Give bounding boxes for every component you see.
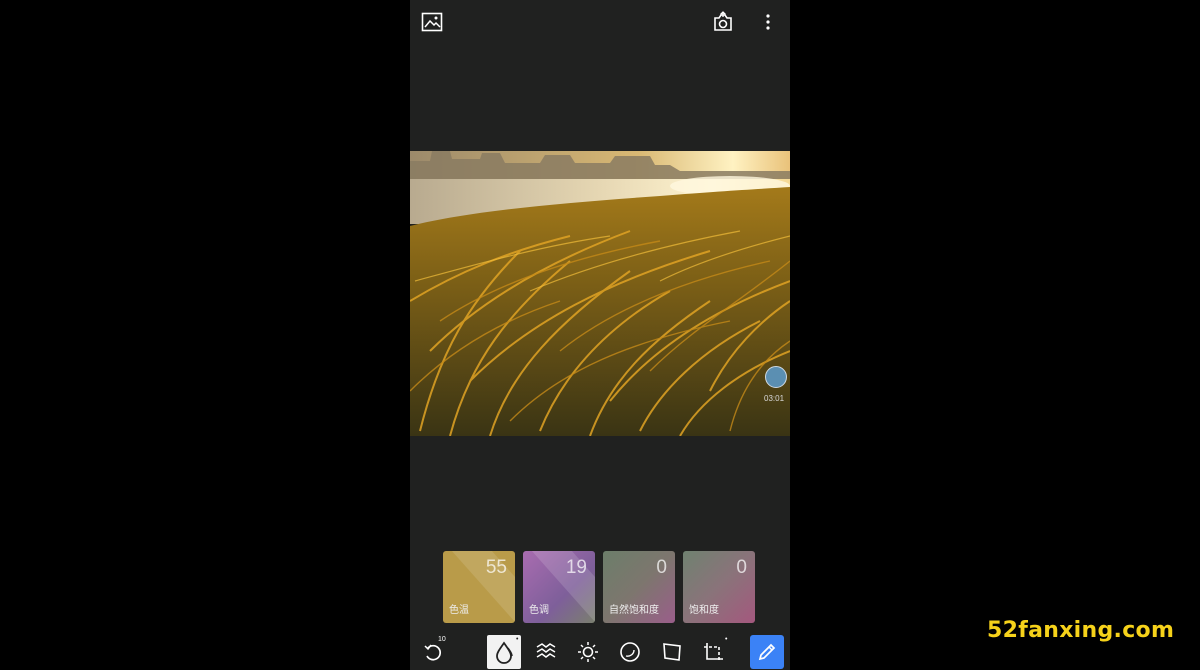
crop-icon[interactable]: • <box>697 635 731 669</box>
card-label: 自然饱和度 <box>609 605 659 616</box>
card-value: 0 <box>736 557 747 578</box>
adjust-card-vibrance[interactable]: 0 自然饱和度 <box>603 551 675 623</box>
waves-icon[interactable] <box>529 635 563 669</box>
card-label: 饱和度 <box>689 605 719 616</box>
more-vertical-icon[interactable] <box>756 10 780 34</box>
brightness-icon[interactable] <box>571 635 605 669</box>
adjust-cards: 55 色温 19 色调 0 自然饱和度 0 饱和度 <box>443 551 757 623</box>
undo-count: 10 <box>438 636 446 643</box>
undo-icon[interactable]: 10 <box>416 635 450 669</box>
adjust-card-color-temperature[interactable]: 55 色温 <box>443 551 515 623</box>
pen-icon[interactable] <box>750 635 784 669</box>
floating-record-button[interactable] <box>765 366 787 388</box>
top-bar <box>410 0 790 44</box>
adjust-card-tint[interactable]: 19 色调 <box>523 551 595 623</box>
card-value: 0 <box>656 557 667 578</box>
bottom-toolbar: 10 • • <box>410 632 790 670</box>
adjust-card-saturation[interactable]: 0 饱和度 <box>683 551 755 623</box>
camera-share-icon[interactable] <box>711 10 735 34</box>
card-value: 55 <box>485 557 507 578</box>
vignette-icon[interactable] <box>613 635 647 669</box>
card-label: 色温 <box>449 605 469 616</box>
perspective-icon[interactable] <box>655 635 689 669</box>
card-value: 19 <box>565 557 587 578</box>
active-dot: • <box>516 636 519 643</box>
drop-icon[interactable]: • <box>487 635 521 669</box>
float-timer: 03:01 <box>764 394 785 403</box>
image-icon[interactable] <box>420 10 444 34</box>
dot-indicator: • <box>725 636 728 643</box>
watermark-text: 52fanxing.com <box>987 618 1175 643</box>
card-label: 色调 <box>529 605 549 616</box>
photo-preview[interactable] <box>410 151 790 436</box>
editor-screen: 03:01 55 色温 19 色调 0 自然饱和度 0 饱和度 10 • • <box>410 0 790 670</box>
